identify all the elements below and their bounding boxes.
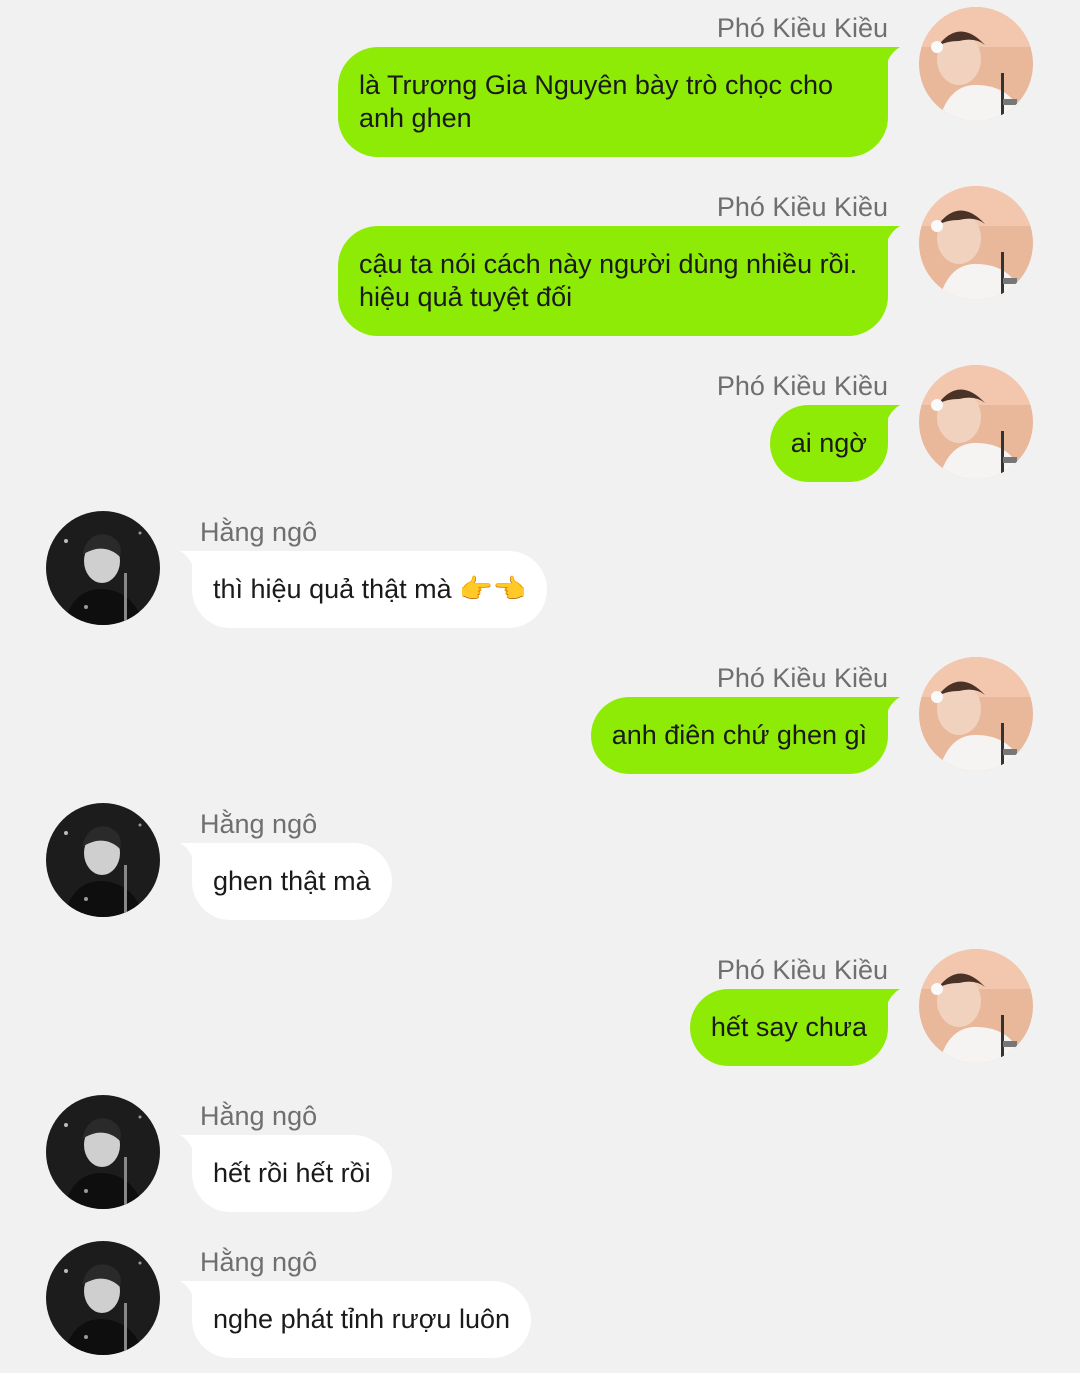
message-text-line: nghe phát tỉnh rượu luôn <box>213 1304 510 1334</box>
sender-name: Phó Kiều Kiều <box>716 192 888 222</box>
sender-name: Phó Kiều Kiều <box>716 955 888 985</box>
sender-avatar[interactable] <box>46 511 160 625</box>
message-bubble[interactable]: anh điên chứ ghen gì <box>590 697 900 774</box>
grayscale-photo-avatar-icon <box>46 1241 160 1355</box>
grayscale-photo-avatar-icon <box>46 803 160 917</box>
color-photo-avatar-icon <box>919 949 1033 1063</box>
pointing-fingers-emoji-icon: 👉👈 <box>459 574 527 605</box>
sender-avatar[interactable] <box>919 949 1033 1063</box>
message-text-line: anh điên chứ ghen gì <box>611 720 867 750</box>
message-bubble[interactable]: nghe phát tỉnh rượu luôn <box>180 1281 531 1358</box>
bubble-tail-icon <box>886 47 900 65</box>
message-text-line: cậu ta nói cách này người dùng nhiều rồi… <box>359 249 858 279</box>
message-text-line: hiệu quả tuyệt đối <box>359 282 573 312</box>
sender-avatar[interactable] <box>919 657 1033 771</box>
message-text-line: anh ghen <box>359 103 472 133</box>
sender-name: Phó Kiều Kiều <box>716 663 888 693</box>
bubble-tail-icon <box>886 226 900 244</box>
bubble-tail-icon <box>180 1281 194 1299</box>
message-text-line: ghen thật mà <box>213 866 371 896</box>
bubble-tail-icon <box>886 697 900 715</box>
bubble-tail-icon <box>180 551 194 569</box>
message-bubble[interactable]: ghen thật mà <box>180 843 392 920</box>
message-bubble[interactable]: hết rồi hết rồi <box>180 1135 392 1212</box>
sender-avatar[interactable] <box>919 365 1033 479</box>
sender-avatar[interactable] <box>919 7 1033 121</box>
message-text-line: hết say chưa <box>710 1012 867 1042</box>
sender-avatar[interactable] <box>919 186 1033 300</box>
sender-name: Phó Kiều Kiều <box>716 371 888 401</box>
bubble-tail-icon <box>180 843 194 861</box>
message-bubble[interactable]: cậu ta nói cách này người dùng nhiều rồi… <box>338 226 900 336</box>
message-bubble[interactable]: ai ngờ <box>769 405 900 482</box>
sender-name: Phó Kiều Kiều <box>716 13 888 43</box>
message-text-line: là Trương Gia Nguyên bày trò chọc cho <box>359 70 834 100</box>
message-text-line: ai ngờ <box>790 428 867 458</box>
bubble-tail-icon <box>886 405 900 423</box>
message-bubble[interactable]: thì hiệu quả thật mà 👉👈 <box>180 551 548 628</box>
message-text-line: thì hiệu quả thật mà <box>213 574 452 604</box>
sender-avatar[interactable] <box>46 803 160 917</box>
message-bubble[interactable]: là Trương Gia Nguyên bày trò chọc cho an… <box>338 47 900 157</box>
sender-avatar[interactable] <box>46 1241 160 1355</box>
sender-name: Hằng ngô <box>200 1101 318 1131</box>
color-photo-avatar-icon <box>919 186 1033 300</box>
sender-name: Hằng ngô <box>200 1247 318 1277</box>
bubble-tail-icon <box>886 989 900 1007</box>
color-photo-avatar-icon <box>919 657 1033 771</box>
color-photo-avatar-icon <box>919 365 1033 479</box>
message-bubble[interactable]: hết say chưa <box>689 989 900 1066</box>
bubble-tail-icon <box>180 1135 194 1153</box>
sender-name: Hằng ngô <box>200 517 318 547</box>
sender-name: Hằng ngô <box>200 809 318 839</box>
grayscale-photo-avatar-icon <box>46 511 160 625</box>
message-text-line: hết rồi hết rồi <box>213 1158 371 1188</box>
color-photo-avatar-icon <box>919 7 1033 121</box>
sender-avatar[interactable] <box>46 1095 160 1209</box>
grayscale-photo-avatar-icon <box>46 1095 160 1209</box>
